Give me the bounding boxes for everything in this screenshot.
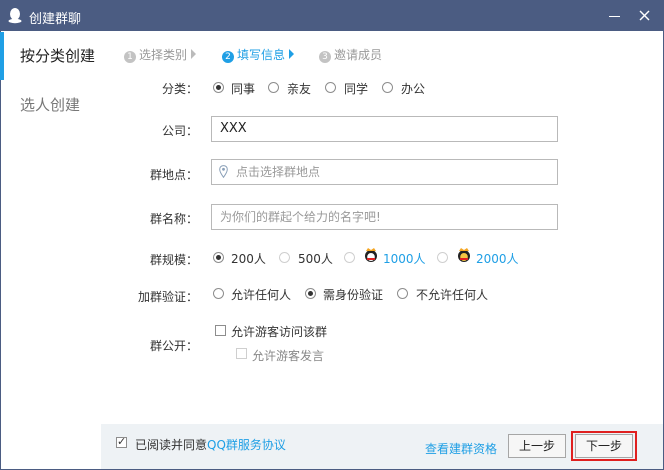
category-radio-classmate[interactable] [325,82,336,93]
sidebar-item-by-people[interactable]: 选人创建 [0,81,115,129]
allow-visitor-checkbox[interactable] [215,325,226,336]
company-input[interactable]: XXX [211,116,558,142]
vip-penguin-icon [365,248,377,262]
group-public-label: 群公开： [149,339,198,353]
agree-checkbox[interactable] [116,435,127,448]
size-option-2000: 2000人 [476,252,519,266]
category-radio-family[interactable] [268,82,279,93]
size-option-200[interactable]: 200人 [231,250,266,267]
agree-text: 已阅读并同意QQ群服务协议 [135,438,286,452]
group-name-input[interactable]: 为你们的群起个给力的名字吧! [211,204,558,230]
step-fill-info: 2 填写信息 [222,46,285,63]
sidebar: 按分类创建 选人创建 [0,31,115,470]
verify-radio-identity[interactable] [305,288,316,299]
allow-visitor-text[interactable]: 允许游客访问该群 [231,323,327,340]
category-option-family[interactable]: 亲友 [287,80,311,97]
allow-visitor-speak-checkbox [236,348,247,359]
category-option-classmate[interactable]: 同学 [344,80,368,97]
category-radio-coworker[interactable] [213,82,224,93]
qq-penguin-icon [8,8,22,24]
size-radio-200[interactable] [213,252,224,263]
category-option-coworker[interactable]: 同事 [231,80,255,97]
close-icon [639,10,650,21]
size-option-1000: 1000人 [383,252,426,266]
group-name-label: 群名称： [149,212,198,226]
category-radio-office[interactable] [382,82,393,93]
prev-step-button[interactable]: 上一步 [508,434,566,458]
location-input[interactable]: 点击选择群地点 [211,159,558,185]
step-invite-members: 3 邀请成员 [319,46,382,63]
sidebar-item-by-category[interactable]: 按分类创建 [0,32,115,80]
verify-radio-anyone[interactable] [213,288,224,299]
svip-penguin-icon [458,248,470,262]
category-option-office[interactable]: 办公 [401,80,425,97]
size-radio-2000 [437,252,448,263]
minimize-button[interactable] [600,0,630,31]
verify-radio-nobody[interactable] [397,288,408,299]
verify-option-nobody[interactable]: 不允许任何人 [416,286,488,303]
step-arrow-icon [289,49,294,59]
close-button[interactable] [630,0,660,31]
category-label: 分类： [161,82,198,96]
verify-option-anyone[interactable]: 允许任何人 [231,286,291,303]
next-step-highlight [571,431,637,461]
size-radio-500 [279,252,290,263]
company-label: 公司： [161,124,198,138]
size-radio-1000 [344,252,355,263]
size-option-500: 500人 [298,252,333,266]
group-size-label: 群规模： [149,253,198,267]
allow-visitor-speak-text: 允许游客发言 [252,349,325,363]
location-label: 群地点： [149,168,198,182]
title-bar: 创建群聊 [0,0,664,31]
location-pin-icon [219,165,228,178]
join-verify-label: 加群验证： [137,290,198,304]
window-title: 创建群聊 [29,12,82,27]
step-select-category: 1 选择类别 [124,46,187,63]
view-qualification-link[interactable]: 查看建群资格 [425,440,497,457]
step-arrow-icon [191,49,196,59]
service-agreement-link[interactable]: QQ群服务协议 [207,438,286,452]
verify-option-identity[interactable]: 需身份验证 [323,286,383,303]
